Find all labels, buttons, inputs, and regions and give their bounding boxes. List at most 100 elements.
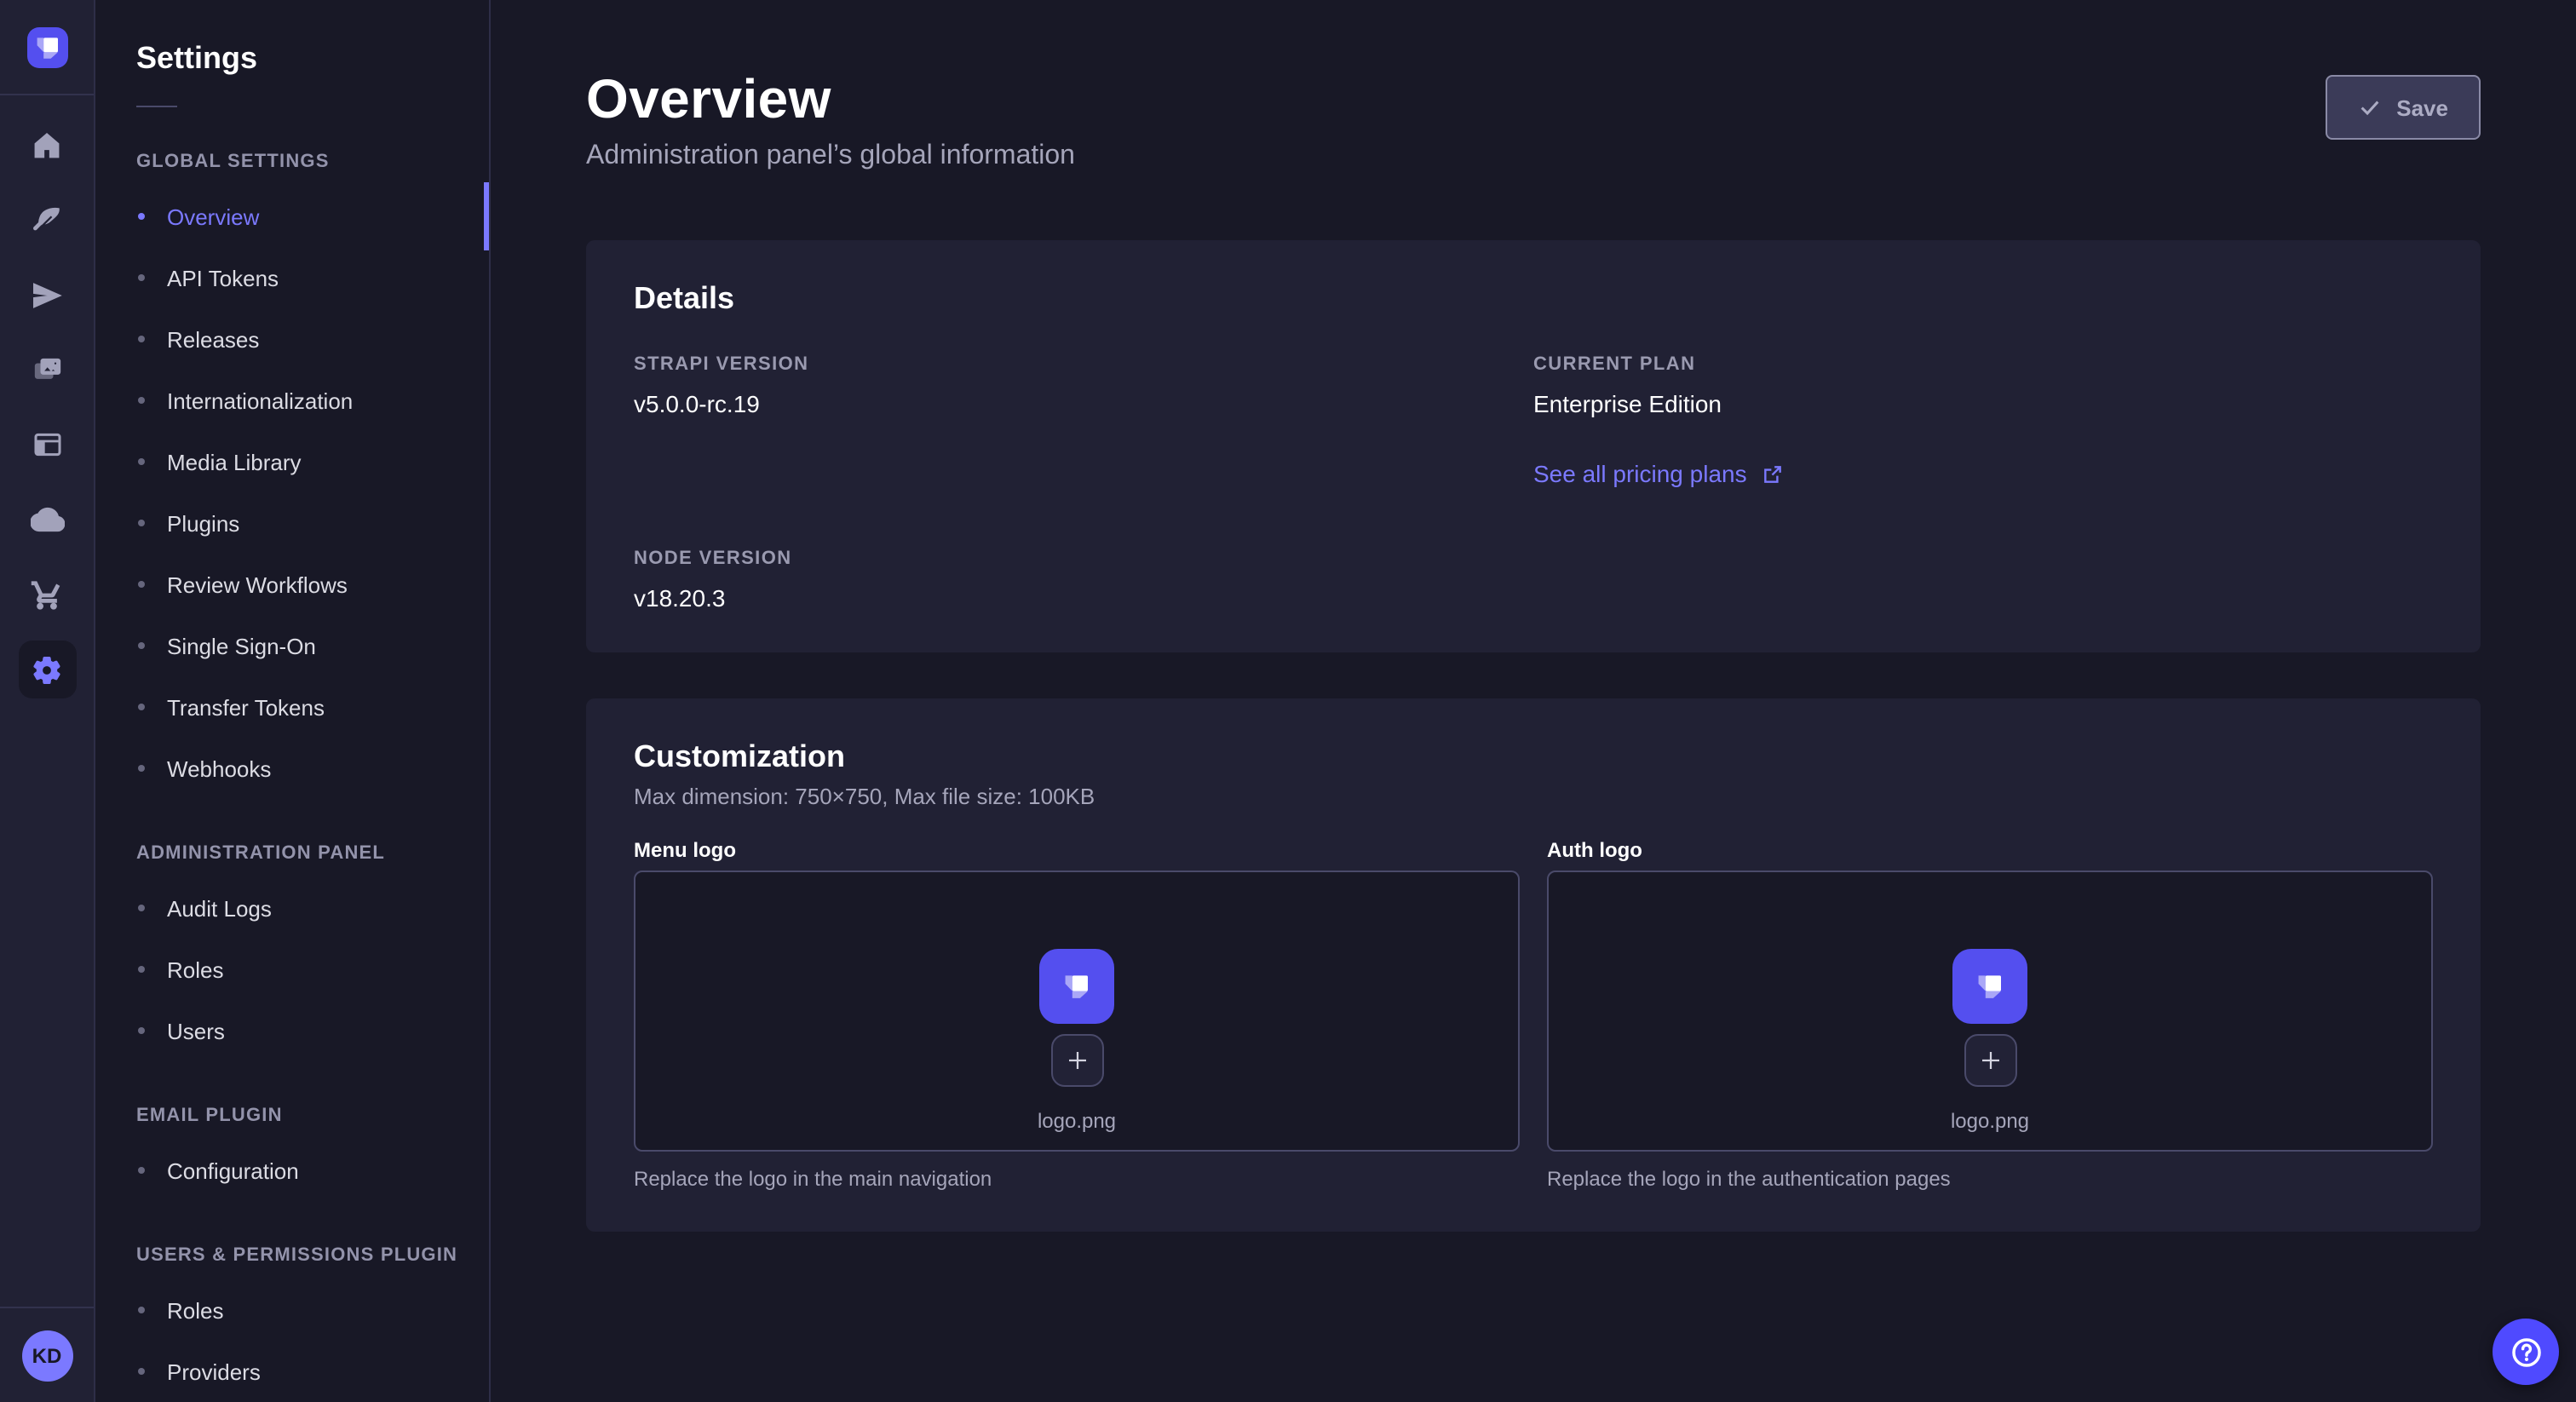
plus-icon: [1064, 1048, 1090, 1073]
subnav-item-review-workflows[interactable]: Review Workflows: [95, 554, 489, 615]
strapi-logo-icon: [1968, 964, 2012, 1008]
subnav-item-configuration[interactable]: Configuration: [95, 1140, 489, 1201]
section-label: EMAIL PLUGIN: [95, 1106, 489, 1126]
paper-plane-icon: [31, 279, 63, 311]
bullet-dot-icon: [138, 336, 145, 342]
check-icon: [2357, 95, 2381, 119]
upload-label: Auth logo: [1547, 838, 2433, 862]
help-question-icon: [2507, 1333, 2544, 1370]
subnav-item-plugins[interactable]: Plugins: [95, 492, 489, 554]
app-window: KD Settings GLOBAL SETTINGS Overview API…: [0, 0, 2576, 1402]
sidebar-item-media-library[interactable]: [0, 332, 95, 407]
subnav-item-webhooks[interactable]: Webhooks: [95, 738, 489, 799]
active-indicator-bar: [484, 182, 489, 250]
cart-icon: [31, 578, 63, 611]
page-title: Overview: [586, 68, 1075, 131]
subnav-item-media-library[interactable]: Media Library: [95, 431, 489, 492]
plus-icon: [1977, 1048, 2003, 1073]
customization-card: Customization Max dimension: 750×750, Ma…: [586, 698, 2481, 1232]
upload-label: Menu logo: [634, 838, 1520, 862]
strapi-logo[interactable]: [26, 26, 67, 67]
subnav-title-divider: [136, 106, 177, 107]
settings-subnav: Settings GLOBAL SETTINGS Overview API To…: [95, 0, 491, 1402]
strapi-logo-icon: [26, 26, 67, 67]
bullet-dot-icon: [138, 397, 145, 404]
bullet-dot-icon: [138, 581, 145, 588]
bullet-dot-icon: [138, 1307, 145, 1313]
navbar-items: [0, 95, 94, 707]
section-label: GLOBAL SETTINGS: [95, 152, 489, 172]
sidebar-item-marketplace[interactable]: [0, 557, 95, 632]
bullet-dot-icon: [138, 1167, 145, 1174]
media-images-icon: [30, 353, 64, 387]
subnav-item-up-roles[interactable]: Roles: [95, 1279, 489, 1341]
field-current-plan: CURRENT PLAN Enterprise Edition See all …: [1533, 354, 2433, 491]
customization-card-title: Customization: [634, 739, 2433, 775]
navbar-spacer: [0, 707, 94, 1307]
file-name: logo.png: [1038, 1109, 1116, 1133]
main-content: Overview Administration panel’s global i…: [491, 0, 2576, 1402]
subnav-item-users[interactable]: Users: [95, 1000, 489, 1061]
field-value: v5.0.0-rc.19: [634, 390, 1533, 417]
subnav-section-users-permissions: USERS & PERMISSIONS PLUGIN Roles Provide…: [95, 1245, 489, 1402]
subnav-item-providers[interactable]: Providers: [95, 1341, 489, 1402]
subnav-title: Settings: [95, 41, 489, 77]
gear-icon: [31, 653, 63, 686]
page-header: Overview Administration panel’s global i…: [586, 68, 2481, 172]
sidebar-item-home[interactable]: [0, 107, 95, 182]
field-strapi-version: STRAPI VERSION v5.0.0-rc.19: [634, 354, 1533, 491]
external-link-icon: [1762, 463, 1785, 485]
bullet-dot-icon: [138, 1027, 145, 1034]
bullet-dot-icon: [138, 966, 145, 973]
upload-hint: Replace the logo in the main navigation: [634, 1167, 1520, 1191]
section-label: USERS & PERMISSIONS PLUGIN: [95, 1245, 489, 1266]
settings-active-highlight: [18, 641, 76, 698]
field-node-version: NODE VERSION v18.20.3: [634, 549, 1533, 612]
feather-icon: [31, 204, 63, 236]
subnav-item-api-tokens[interactable]: API Tokens: [95, 247, 489, 308]
file-name: logo.png: [1951, 1109, 2029, 1133]
bullet-dot-icon: [138, 520, 145, 526]
field-label: STRAPI VERSION: [634, 354, 1533, 375]
menu-logo-preview: [1039, 949, 1114, 1024]
cloud-icon: [30, 503, 64, 537]
subnav-item-roles[interactable]: Roles: [95, 939, 489, 1000]
navbar-user-zone: KD: [0, 1307, 94, 1402]
sidebar-item-settings[interactable]: [0, 632, 95, 707]
sidebar-item-cloud[interactable]: [0, 482, 95, 557]
auth-logo-add-button[interactable]: [1964, 1034, 2016, 1087]
bullet-dot-icon: [138, 1368, 145, 1375]
menu-logo-add-button[interactable]: [1050, 1034, 1103, 1087]
subnav-item-overview[interactable]: Overview: [95, 186, 489, 247]
pricing-plans-link[interactable]: See all pricing plans: [1533, 460, 1785, 487]
subnav-section-email-plugin: EMAIL PLUGIN Configuration: [95, 1106, 489, 1201]
subnav-item-internationalization[interactable]: Internationalization: [95, 370, 489, 431]
field-label: CURRENT PLAN: [1533, 354, 2433, 375]
field-value: v18.20.3: [634, 584, 1533, 612]
bullet-dot-icon: [138, 905, 145, 911]
subnav-item-transfer-tokens[interactable]: Transfer Tokens: [95, 676, 489, 738]
main-navbar: KD: [0, 0, 95, 1402]
subnav-item-releases[interactable]: Releases: [95, 308, 489, 370]
bullet-dot-icon: [138, 765, 145, 772]
field-value: Enterprise Edition: [1533, 390, 2433, 417]
subnav-item-single-sign-on[interactable]: Single Sign-On: [95, 615, 489, 676]
sidebar-item-content-manager[interactable]: [0, 182, 95, 257]
save-button[interactable]: Save: [2325, 75, 2481, 140]
field-label: NODE VERSION: [634, 549, 1533, 569]
strapi-logo-icon: [1055, 964, 1099, 1008]
subnav-section-global: GLOBAL SETTINGS Overview API Tokens Rele…: [95, 152, 489, 799]
bullet-dot-icon: [138, 704, 145, 710]
bullet-dot-icon: [138, 642, 145, 649]
help-button[interactable]: [2493, 1319, 2559, 1385]
customization-constraints: Max dimension: 750×750, Max file size: 1…: [634, 784, 2433, 809]
avatar[interactable]: KD: [21, 1330, 72, 1381]
sidebar-item-content-type-builder[interactable]: [0, 407, 95, 482]
sidebar-item-releases[interactable]: [0, 257, 95, 332]
page-subtitle: Administration panel’s global informatio…: [586, 141, 1075, 172]
details-card: Details STRAPI VERSION v5.0.0-rc.19 CURR…: [586, 240, 2481, 652]
subnav-section-admin-panel: ADMINISTRATION PANEL Audit Logs Roles Us…: [95, 843, 489, 1061]
navbar-logo-zone: [0, 0, 94, 95]
upload-hint: Replace the logo in the authentication p…: [1547, 1167, 2433, 1191]
subnav-item-audit-logs[interactable]: Audit Logs: [95, 877, 489, 939]
